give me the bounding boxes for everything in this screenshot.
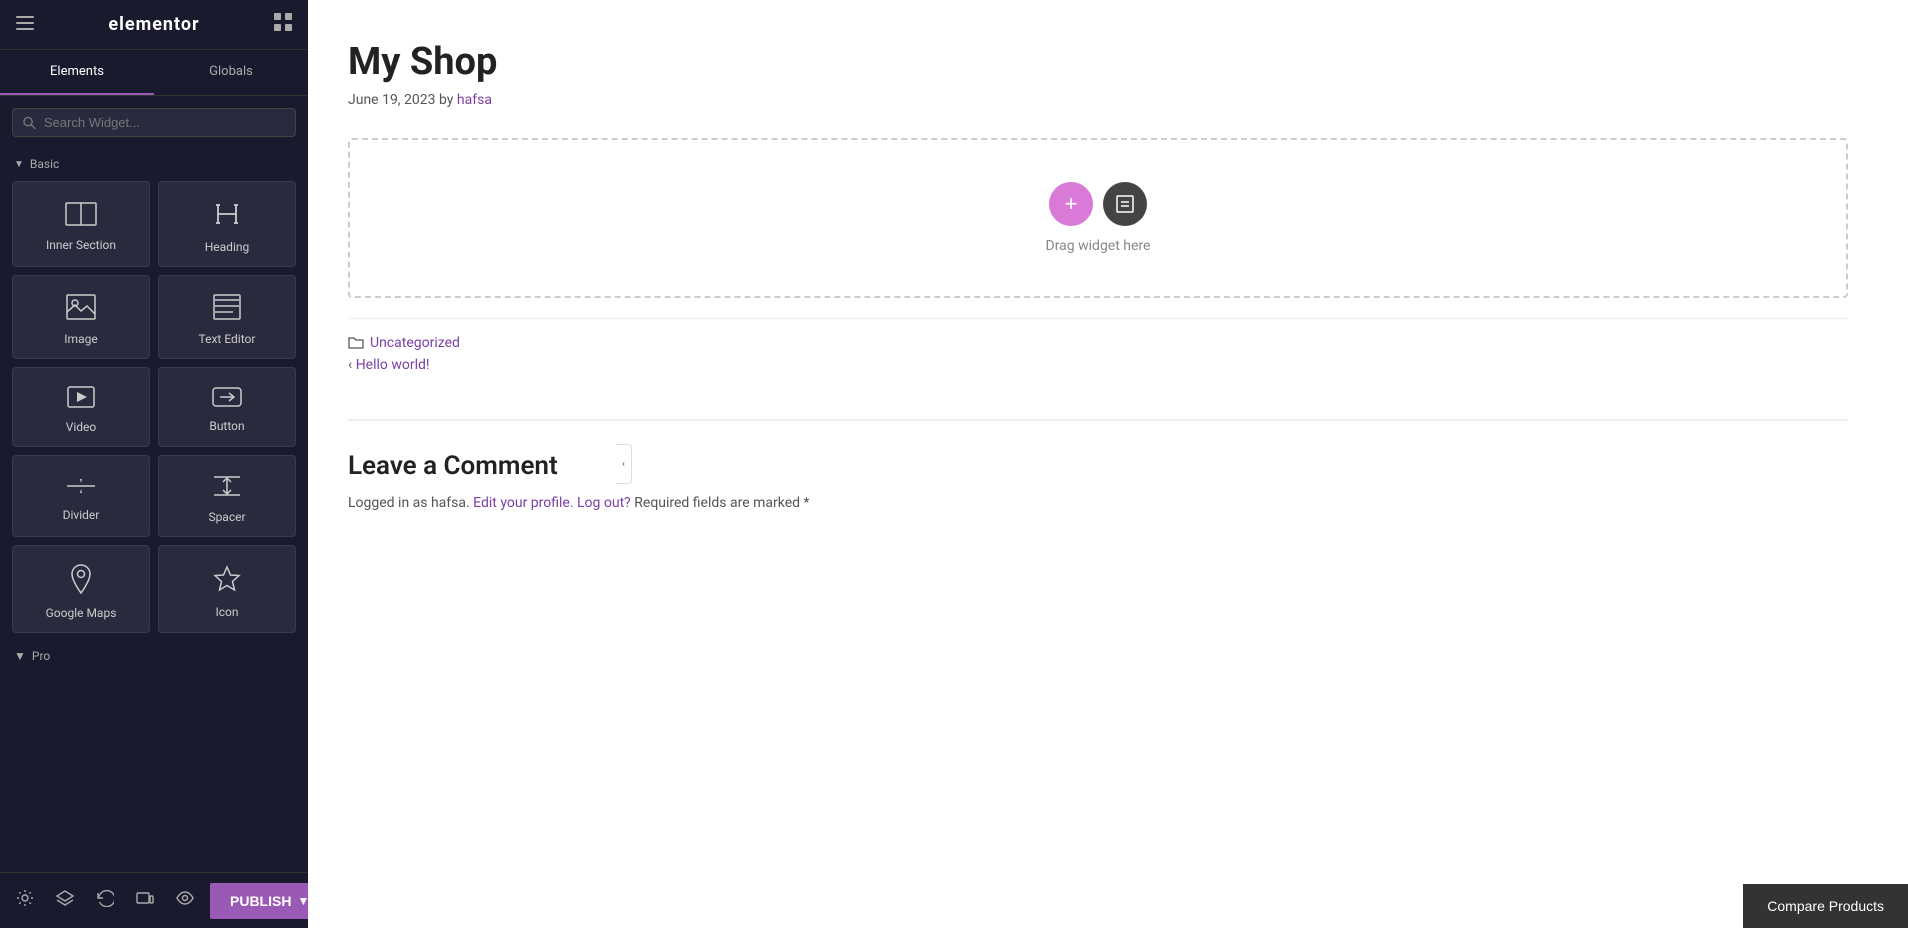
hamburger-icon[interactable] <box>16 14 34 35</box>
search-box <box>12 108 296 137</box>
image-icon <box>66 294 96 324</box>
widget-button-label: Button <box>209 419 244 433</box>
add-widget-button[interactable]: + <box>1049 182 1093 226</box>
widget-google-maps[interactable]: Google Maps <box>12 545 150 633</box>
widget-heading[interactable]: Heading <box>158 181 296 267</box>
widget-icon-label: Icon <box>215 605 238 619</box>
widget-spacer-label: Spacer <box>208 510 245 524</box>
author-link[interactable]: hafsa <box>457 92 492 108</box>
button-icon <box>212 387 242 411</box>
elementor-logo: elementor <box>108 14 199 35</box>
pro-section-label: ▼ Pro <box>0 641 308 667</box>
comments-section: Leave a Comment Logged in as hafsa. Edit… <box>348 419 1848 531</box>
responsive-icon[interactable] <box>130 883 160 918</box>
layers-icon[interactable] <box>50 883 80 918</box>
panel-footer: PUBLISH ▼ <box>0 872 308 928</box>
widget-divider-label: Divider <box>63 508 100 522</box>
settings-icon[interactable] <box>10 883 40 918</box>
comments-meta: Logged in as hafsa. Edit your profile. L… <box>348 495 1848 511</box>
widget-text-editor[interactable]: Text Editor <box>158 275 296 359</box>
widget-button[interactable]: Button <box>158 367 296 447</box>
eye-icon[interactable] <box>170 883 200 918</box>
add-template-button[interactable] <box>1103 182 1147 226</box>
edit-profile-link[interactable]: Edit your profile. <box>473 495 573 511</box>
log-out-link[interactable]: Log out? <box>577 495 631 511</box>
page-meta: June 19, 2023 by hafsa <box>348 92 1848 108</box>
spacer-icon <box>213 474 241 502</box>
inner-section-icon <box>65 202 97 230</box>
panel-header: elementor <box>0 0 308 50</box>
post-footer: Uncategorized ‹ Hello world! <box>348 318 1848 389</box>
grid-icon[interactable] <box>274 13 292 36</box>
tab-elements[interactable]: Elements <box>0 50 154 95</box>
heading-icon <box>213 200 241 232</box>
basic-arrow-icon: ▼ <box>14 159 24 170</box>
post-navigation: ‹ Hello world! <box>348 357 1848 373</box>
widget-spacer[interactable]: Spacer <box>158 455 296 537</box>
page-content: My Shop June 19, 2023 by hafsa + Drag wi… <box>308 0 1908 928</box>
icon-widget-icon <box>213 565 241 597</box>
drop-zone-buttons: + <box>1049 182 1147 226</box>
widget-google-maps-label: Google Maps <box>46 606 117 620</box>
text-editor-icon <box>213 294 241 324</box>
divider-icon <box>66 476 96 500</box>
widget-image-label: Image <box>64 332 97 346</box>
category-link[interactable]: Uncategorized <box>370 335 460 351</box>
drop-zone-label: Drag widget here <box>1046 238 1151 254</box>
page-title: My Shop <box>348 40 1848 84</box>
google-maps-icon <box>70 564 92 598</box>
drop-zone: + Drag widget here <box>348 138 1848 298</box>
tab-globals[interactable]: Globals <box>154 50 308 95</box>
left-panel: elementor Elements Globals ▼ Basic <box>0 0 308 928</box>
pro-arrow-icon: ▼ <box>14 649 26 663</box>
widget-divider[interactable]: Divider <box>12 455 150 537</box>
widget-video[interactable]: Video <box>12 367 150 447</box>
video-icon <box>67 386 95 412</box>
basic-section-label: ▼ Basic <box>0 149 308 177</box>
collapse-panel-handle[interactable]: ‹ <box>616 444 632 484</box>
widgets-grid: Inner Section Heading <box>0 177 308 641</box>
search-icon <box>23 116 36 130</box>
post-categories: Uncategorized <box>348 335 1848 351</box>
widget-icon[interactable]: Icon <box>158 545 296 633</box>
widget-image[interactable]: Image <box>12 275 150 359</box>
prev-post-link[interactable]: Hello world! <box>356 357 430 373</box>
widget-inner-section[interactable]: Inner Section <box>12 181 150 267</box>
panel-tabs: Elements Globals <box>0 50 308 96</box>
compare-products-button[interactable]: Compare Products <box>1743 884 1908 928</box>
widget-video-label: Video <box>66 420 97 434</box>
widget-text-editor-label: Text Editor <box>199 332 256 346</box>
folder-icon <box>348 336 364 350</box>
comments-title: Leave a Comment <box>348 451 1848 481</box>
search-input[interactable] <box>44 115 285 130</box>
widget-heading-label: Heading <box>205 240 250 254</box>
history-icon[interactable] <box>90 883 120 918</box>
widget-inner-section-label: Inner Section <box>46 238 116 252</box>
main-content: My Shop June 19, 2023 by hafsa + Drag wi… <box>308 0 1908 928</box>
